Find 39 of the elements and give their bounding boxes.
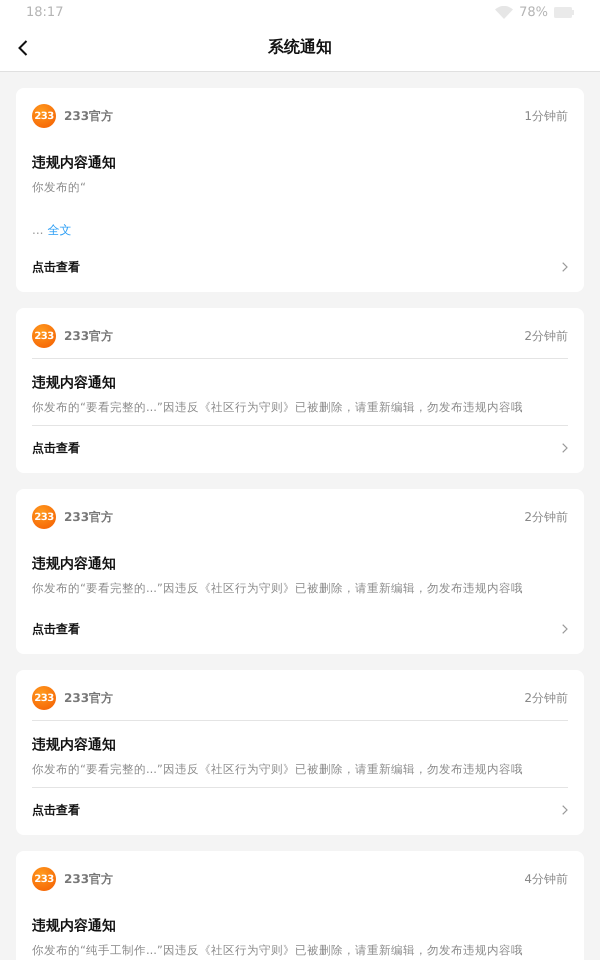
chevron-icon xyxy=(562,262,568,272)
back-icon[interactable] xyxy=(18,40,28,56)
notice-title: 违规内容通知 xyxy=(32,916,117,936)
logo-icon: 233 xyxy=(32,867,56,891)
notice-title: 违规内容通知 xyxy=(32,374,117,393)
notice-title: 违规内容通知 xyxy=(32,154,117,173)
notice-body: 你发布的“要看完整的...”因违反《社区行为守则》已被删除，请重新编辑，勿发布违规内容哦 xyxy=(32,761,524,778)
notice-title: 违规内容通知 xyxy=(32,736,117,755)
wifi-icon xyxy=(495,6,514,18)
time-ago: 2分钟前 xyxy=(524,328,568,344)
chevron-icon xyxy=(562,443,568,453)
page-title: 系统通知 xyxy=(268,37,332,58)
logo-icon: 233 xyxy=(32,686,56,710)
sender-name: 233官方 xyxy=(64,870,114,888)
notice-body: 你发布的“要看完整的...”因违反《社区行为守则》已被删除，请重新编辑，勿发布违规内容哦 xyxy=(32,580,524,597)
logo-icon: 233 xyxy=(32,324,56,348)
ellipsis: ... xyxy=(32,223,44,237)
notice-body: 你发布的“纯手工制作...”因违反《社区行为守则》已被删除，请重新编辑，勿发布违规内容哦 xyxy=(32,942,524,959)
logo-icon: 233 xyxy=(32,104,56,128)
notice-title: 违规内容通知 xyxy=(32,554,117,574)
time-ago: 4分钟前 xyxy=(524,870,568,888)
sender-name: 233官方 xyxy=(64,508,114,526)
time-ago: 1分钟前 xyxy=(524,108,568,124)
notice-body: 你发布的“要看完整的...”因违反《社区行为守则》已被删除，请重新编辑，勿发布违规内容哦 xyxy=(32,399,524,416)
status-time: 18:17 xyxy=(26,4,64,20)
view-row[interactable]: 点击查看 xyxy=(32,607,568,654)
chevron-icon xyxy=(562,624,568,634)
chevron-icon xyxy=(562,805,568,815)
time-ago: 2分钟前 xyxy=(524,690,568,706)
logo-icon: 233 xyxy=(32,505,56,529)
time-ago: 2分钟前 xyxy=(524,508,568,526)
view-row[interactable]: 点击查看 xyxy=(32,788,568,835)
view-row[interactable]: 点击查看 xyxy=(32,245,568,292)
battery-percent: 78% xyxy=(519,4,548,20)
sender-name: 233官方 xyxy=(64,690,114,706)
sender-name: 233官方 xyxy=(64,108,114,124)
view-row[interactable]: 点击查看 xyxy=(32,426,568,473)
sender-name: 233官方 xyxy=(64,328,114,344)
notice-body: 你发布的“ xyxy=(32,179,87,196)
